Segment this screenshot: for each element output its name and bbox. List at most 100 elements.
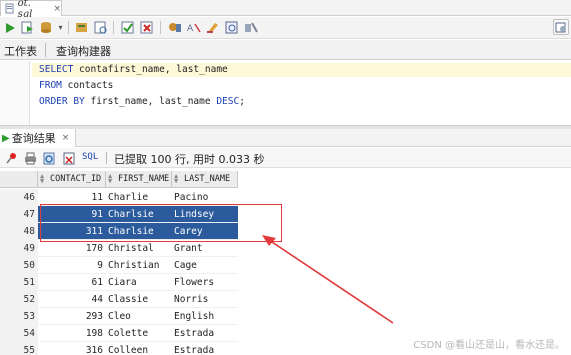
- row-number: 48: [0, 223, 38, 240]
- toolbar-separator: [68, 21, 69, 34]
- editor-gutter: [0, 61, 30, 125]
- cell-contact-id[interactable]: 61: [38, 274, 106, 291]
- cell-contact-id[interactable]: 170: [38, 240, 106, 257]
- rollback-icon[interactable]: [139, 20, 154, 35]
- cell-last-name[interactable]: English: [172, 308, 238, 325]
- row-number: 47: [0, 206, 38, 223]
- sql-text: contacts: [61, 80, 114, 91]
- sql-keyword: FROM: [39, 80, 62, 91]
- cell-first-name[interactable]: Colette: [106, 325, 172, 342]
- print-icon[interactable]: [23, 151, 37, 165]
- sql-keyword: DESC: [216, 96, 240, 107]
- gear-icon[interactable]: [243, 20, 258, 35]
- pin-icon[interactable]: [4, 151, 18, 165]
- column-header-last-name[interactable]: ▲ ▼ LAST_NAME: [172, 171, 238, 188]
- tab-query-builder[interactable]: 查询构建器: [56, 43, 111, 59]
- row-number: 53: [0, 308, 38, 325]
- cell-first-name[interactable]: Cleo: [106, 308, 172, 325]
- autotrace-icon[interactable]: [93, 20, 108, 35]
- column-header-label: FIRST_NAME: [118, 174, 170, 184]
- cell-first-name[interactable]: Christian: [106, 257, 172, 274]
- column-header-first-name[interactable]: ▲ ▼ FIRST_NAME: [106, 171, 172, 188]
- sort-icon[interactable]: ▲ ▼: [174, 173, 181, 185]
- dropdown-arrow-icon[interactable]: ▾: [56, 20, 65, 35]
- table-row[interactable]: 53 293 Cleo English: [0, 308, 240, 325]
- row-number-header: [0, 171, 38, 188]
- sql-text: ;: [239, 96, 245, 107]
- cell-contact-id[interactable]: 293: [38, 308, 106, 325]
- results-play-icon: ▶: [2, 132, 10, 144]
- cell-last-name[interactable]: Grant: [172, 240, 238, 257]
- toolbar-separator: [106, 152, 107, 164]
- cell-last-name[interactable]: Estrada: [172, 325, 238, 342]
- sort-icon[interactable]: ▲ ▼: [108, 173, 115, 185]
- commit-icon[interactable]: [39, 20, 54, 35]
- cell-first-name[interactable]: Christal: [106, 240, 172, 257]
- cell-first-name[interactable]: Colleen: [106, 342, 172, 355]
- row-number: 50: [0, 257, 38, 274]
- cell-first-name[interactable]: Classie: [106, 291, 172, 308]
- editor-mode-tabs: 工作表 查询构建器: [0, 40, 571, 60]
- cell-contact-id[interactable]: 44: [38, 291, 106, 308]
- row-number: 52: [0, 291, 38, 308]
- worksheet-toolbar: ▾ A: [0, 17, 571, 39]
- column-header-label: CONTACT_ID: [50, 174, 102, 184]
- cell-last-name[interactable]: Flowers: [172, 274, 238, 291]
- tab-worksheet[interactable]: 工作表: [4, 43, 37, 59]
- sql-tuning-icon[interactable]: [167, 20, 182, 35]
- cell-contact-id[interactable]: 9: [38, 257, 106, 274]
- fetch-status: 已提取 100 行, 用时 0.033 秒: [114, 153, 265, 166]
- table-row[interactable]: 50 9 Christian Cage: [0, 257, 240, 274]
- cell-last-name[interactable]: Cage: [172, 257, 238, 274]
- refresh-icon[interactable]: [42, 151, 56, 165]
- table-row[interactable]: 52 44 Classie Norris: [0, 291, 240, 308]
- tab-divider: [45, 43, 46, 57]
- explain-plan-icon[interactable]: [74, 20, 89, 35]
- cell-last-name[interactable]: Norris: [172, 291, 238, 308]
- run-icon[interactable]: [2, 20, 17, 35]
- results-tab-strip: ▶ 查询结果 ×: [0, 129, 571, 147]
- code-line-2: FROM contacts: [39, 79, 113, 93]
- history-icon[interactable]: [224, 20, 239, 35]
- format-icon[interactable]: A: [186, 20, 201, 35]
- cell-first-name[interactable]: Ciara: [106, 274, 172, 291]
- table-row[interactable]: 49 170 Christal Grant: [0, 240, 240, 257]
- cell-contact-id[interactable]: 198: [38, 325, 106, 342]
- results-tab-label: 查询结果: [11, 132, 56, 145]
- sort-icon[interactable]: ▲ ▼: [40, 173, 47, 185]
- row-number: 49: [0, 240, 38, 257]
- row-number: 46: [0, 189, 38, 206]
- close-icon[interactable]: ×: [53, 4, 61, 14]
- table-row[interactable]: 55 316 Colleen Estrada: [0, 342, 240, 355]
- results-toolbar: SQL 已提取 100 行, 用时 0.033 秒: [0, 148, 571, 168]
- export-icon[interactable]: [62, 151, 76, 165]
- sql-editor[interactable]: SELECT contafirst_name, last_name FROM c…: [0, 61, 571, 125]
- tab-query-results[interactable]: ▶ 查询结果 ×: [0, 129, 77, 147]
- sql-file-icon: [5, 3, 14, 14]
- toolbar-separator: [160, 21, 161, 34]
- row-number: 51: [0, 274, 38, 291]
- run-script-icon[interactable]: [20, 20, 35, 35]
- column-header-contact-id[interactable]: ▲ ▼ CONTACT_ID: [38, 171, 106, 188]
- code-line-1: SELECT contafirst_name, last_name: [32, 63, 571, 77]
- row-number: 55: [0, 342, 38, 355]
- sql-link[interactable]: SQL: [82, 152, 98, 162]
- row-number: 54: [0, 325, 38, 342]
- highlight-annotation-box: [40, 204, 282, 242]
- tab-ot-sql[interactable]: ot. sql ×: [0, 0, 62, 20]
- unshared-worksheet-icon[interactable]: [553, 19, 569, 35]
- editor-tab-strip: ot. sql ×: [0, 0, 571, 20]
- sql-keyword: SELECT: [39, 64, 74, 75]
- toolbar-separator: [113, 21, 114, 34]
- clear-icon[interactable]: [205, 20, 220, 35]
- svg-text:A: A: [187, 24, 194, 34]
- code-line-3: ORDER BY first_name, last_name DESC;: [39, 95, 245, 109]
- sql-text: first_name, last_name: [84, 96, 217, 107]
- cell-contact-id[interactable]: 316: [38, 342, 106, 355]
- table-row[interactable]: 54 198 Colette Estrada: [0, 325, 240, 342]
- table-row[interactable]: 51 61 Ciara Flowers: [0, 274, 240, 291]
- sql-text: contafirst_name, last_name: [73, 64, 228, 75]
- close-icon[interactable]: ×: [62, 133, 70, 143]
- commit-transaction-icon[interactable]: [120, 20, 135, 35]
- cell-last-name[interactable]: Estrada: [172, 342, 238, 355]
